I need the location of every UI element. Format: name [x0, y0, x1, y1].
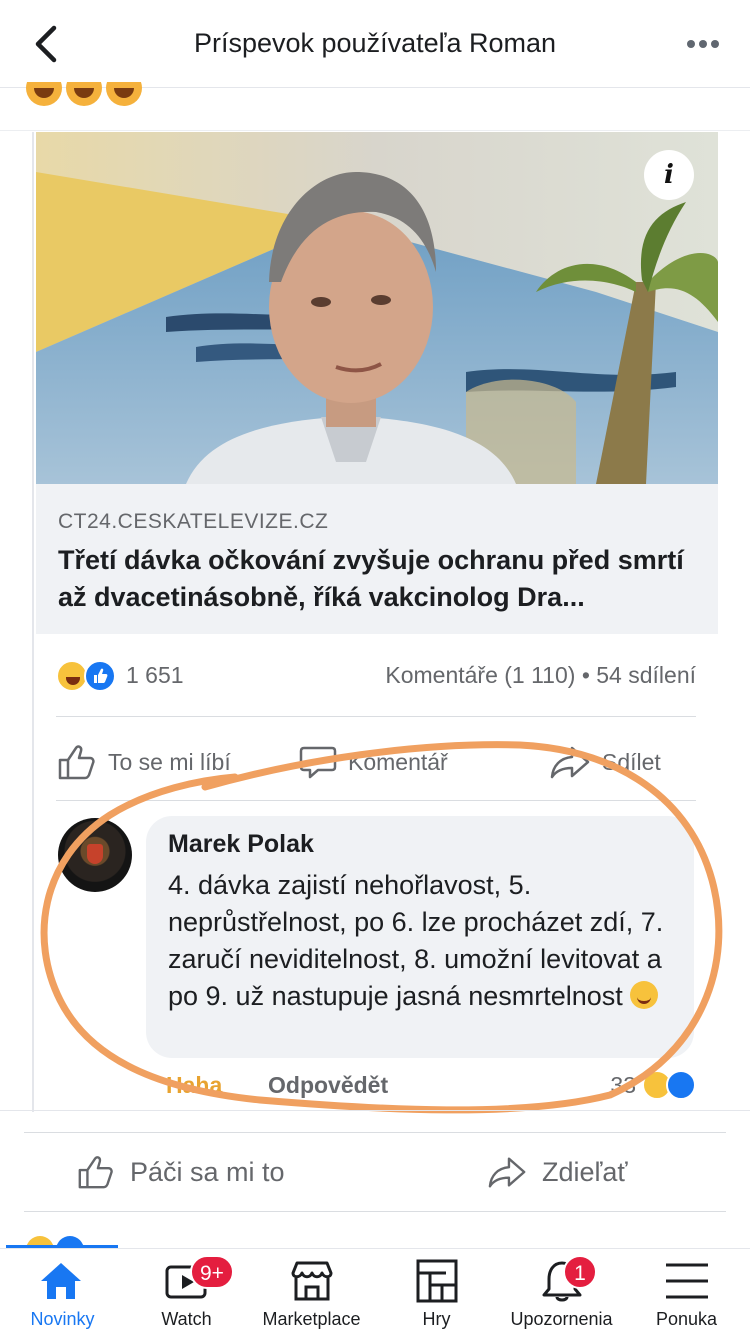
tab-label: Novinky: [30, 1309, 95, 1329]
comments-shares-count[interactable]: Komentáře (1 110) • 54 sdílení: [385, 662, 696, 689]
games-icon: [416, 1259, 458, 1303]
share-label: Zdieľať: [542, 1156, 628, 1187]
thumbs-up-icon: [78, 1156, 113, 1189]
tab-label: Hry: [422, 1309, 451, 1329]
more-options-icon[interactable]: [686, 38, 720, 50]
comment-bubble: Marek Polak 4. dávka zajistí nehořlavost…: [146, 816, 694, 1058]
tab-marketplace[interactable]: Marketplace: [249, 1249, 374, 1334]
menu-icon: [666, 1263, 708, 1299]
reactions-summary[interactable]: 1 651 Komentáře (1 110) • 54 sdílení: [56, 656, 696, 696]
shared-post-border: [32, 132, 34, 1112]
tab-label: Marketplace: [262, 1309, 361, 1329]
page-title: Príspevok používateľa Roman: [193, 28, 557, 58]
inner-share-label: Sdílet: [602, 748, 661, 775]
winking-emoji-icon: [630, 981, 659, 1009]
link-domain: CT24.CESKATELEVIZE.CZ: [58, 510, 329, 533]
like-reaction-icon: [666, 1070, 696, 1100]
laughing-emoji-icon: [66, 82, 102, 106]
divider: [0, 130, 750, 131]
thumbs-up-icon: [58, 745, 95, 780]
tab-ponuka[interactable]: Ponuka: [624, 1249, 749, 1334]
comment-reaction-count: 33: [610, 1072, 636, 1098]
inner-action-row: To se mi líbí Komentář Sdílet: [56, 738, 696, 786]
laughing-emoji-icon: [106, 82, 142, 106]
comment-author[interactable]: Marek Polak: [168, 830, 672, 859]
comment-actions: Haha Odpovědět 33: [166, 1068, 696, 1104]
inner-share-button[interactable]: Sdílet: [550, 738, 661, 786]
divider: [56, 716, 696, 717]
share-arrow-icon: [550, 746, 590, 779]
watch-badge: 9+: [190, 1255, 234, 1289]
video-thumbnail: [36, 132, 718, 484]
notifications-badge: 1: [563, 1255, 597, 1289]
like-label: Páči sa mi to: [130, 1156, 285, 1187]
avatar[interactable]: [58, 818, 132, 892]
share-button[interactable]: Zdieľať: [488, 1133, 628, 1211]
divider: [0, 1110, 750, 1111]
home-icon: [41, 1263, 81, 1299]
tab-watch[interactable]: 9+ Watch: [124, 1249, 249, 1334]
tab-label: Upozornenia: [510, 1309, 613, 1329]
comment-bubble-icon: [299, 746, 337, 779]
divider: [56, 800, 696, 801]
marketplace-store-icon: [291, 1261, 333, 1301]
link-preview-image[interactable]: [36, 132, 718, 484]
tab-label: Ponuka: [655, 1309, 718, 1329]
comment-text-container: 4. dávka zajistí nehořlavost, 5. neprůst…: [168, 867, 672, 1015]
bottom-tab-bar: Novinky 9+ Watch Marketplace Hry 1 Upozo…: [0, 1248, 750, 1334]
top-bar: Príspevok používateľa Roman: [0, 0, 750, 88]
inner-comment-button[interactable]: Komentář: [298, 738, 448, 786]
tab-hry[interactable]: Hry: [374, 1249, 499, 1334]
comment-text: 4. dávka zajistí nehořlavost, 5. neprůst…: [168, 870, 664, 1011]
back-arrow-icon[interactable]: [28, 22, 68, 66]
link-title: Třetí dávka očkování zvyšuje ochranu pře…: [58, 545, 684, 612]
link-preview-meta[interactable]: CT24.CESKATELEVIZE.CZ Třetí dávka očková…: [36, 484, 718, 634]
inner-comment-label: Komentář: [348, 748, 448, 775]
laughing-emoji-icon: [26, 82, 62, 106]
like-reaction-icon: [84, 660, 116, 692]
comment-reply-button[interactable]: Odpovědět: [268, 1072, 388, 1099]
tab-novinky[interactable]: Novinky: [0, 1249, 125, 1334]
comment-haha-button[interactable]: Haha: [166, 1072, 222, 1099]
share-arrow-icon: [488, 1157, 526, 1188]
inner-like-label: To se mi líbí: [108, 748, 231, 775]
post-action-row: Páči sa mi to Zdieľať: [24, 1132, 726, 1212]
info-icon[interactable]: i: [644, 150, 694, 200]
emoji-row: [26, 82, 146, 108]
inner-like-button[interactable]: To se mi líbí: [56, 738, 231, 786]
tab-label: Watch: [161, 1309, 212, 1329]
tab-upozornenia[interactable]: 1 Upozornenia: [499, 1249, 624, 1334]
reaction-count: 1 651: [126, 662, 184, 688]
like-button[interactable]: Páči sa mi to: [76, 1133, 285, 1211]
